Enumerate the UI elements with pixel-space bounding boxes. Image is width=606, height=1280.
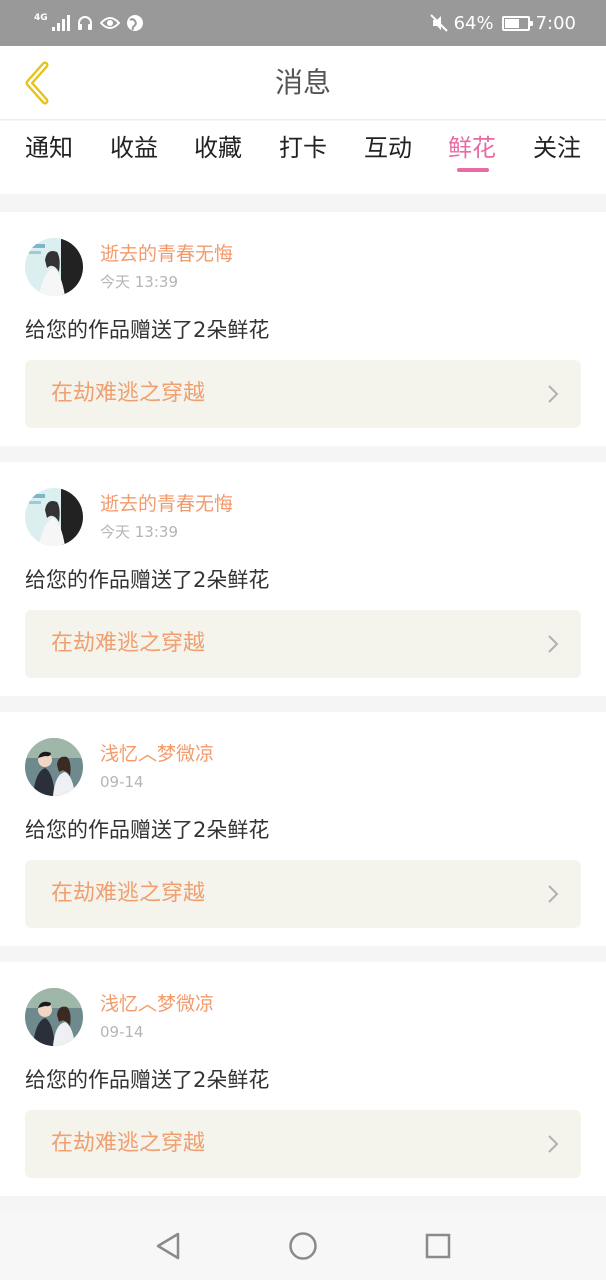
nav-recents-button[interactable] [422, 1230, 454, 1262]
message-time: 09-14 [100, 1023, 144, 1041]
tab-checkin[interactable]: 打卡 [279, 133, 327, 163]
page-title: 消息 [274, 66, 331, 99]
chevron-right-icon [548, 635, 559, 653]
nav-back-button[interactable] [152, 1230, 184, 1262]
eye-icon [99, 17, 120, 29]
status-bar: 4G 64% 7:00 [0, 0, 606, 46]
tab-favorites[interactable]: 收藏 [194, 133, 242, 163]
tab-earnings[interactable]: 收益 [110, 133, 158, 163]
book-link[interactable]: 在劫难逃之穿越 [25, 610, 581, 678]
battery-percent: 64% [453, 12, 494, 34]
avatar[interactable] [25, 238, 83, 296]
tab-notifications[interactable]: 通知 [25, 133, 73, 163]
message-text: 给您的作品赠送了2朵鲜花 [25, 1068, 270, 1092]
avatar[interactable] [25, 988, 83, 1046]
square-recents-icon [425, 1233, 451, 1259]
message-text: 给您的作品赠送了2朵鲜花 [25, 318, 270, 342]
system-nav-bar [0, 1212, 606, 1280]
mute-icon [429, 14, 448, 32]
chevron-right-icon [548, 385, 559, 403]
avatar[interactable] [25, 738, 83, 796]
message-card: 逝去的青春无悔 今天 13:39 给您的作品赠送了2朵鲜花 在劫难逃之穿越 [0, 462, 606, 696]
triangle-back-icon [156, 1232, 180, 1260]
battery-fill [504, 18, 519, 28]
header-bar: 消息 [0, 46, 606, 120]
headset-icon [77, 16, 92, 30]
battery-icon [501, 15, 533, 31]
chevron-right-icon [548, 1135, 559, 1153]
book-title: 在劫难逃之穿越 [51, 881, 206, 906]
username[interactable]: 逝去的青春无悔 [100, 242, 233, 266]
chevron-right-icon [548, 885, 559, 903]
network-type: 4G [34, 12, 48, 23]
book-link[interactable]: 在劫难逃之穿越 [25, 360, 581, 428]
tab-interaction[interactable]: 互动 [364, 133, 412, 163]
message-card: 浅忆︿梦微凉 09-14 给您的作品赠送了2朵鲜花 在劫难逃之穿越 [0, 962, 606, 1196]
tab-bar: 通知 收益 收藏 打卡 互动 鲜花 关注 [0, 121, 606, 194]
message-time: 09-14 [100, 773, 144, 791]
message-card: 逝去的青春无悔 今天 13:39 给您的作品赠送了2朵鲜花 在劫难逃之穿越 [0, 212, 606, 446]
circle-home-icon [289, 1232, 317, 1260]
tab-flowers[interactable]: 鲜花 [448, 133, 496, 163]
tab-following[interactable]: 关注 [533, 133, 581, 163]
avatar[interactable] [25, 488, 83, 546]
message-text: 给您的作品赠送了2朵鲜花 [25, 568, 270, 592]
message-time: 今天 13:39 [100, 523, 178, 541]
username[interactable]: 逝去的青春无悔 [100, 492, 233, 516]
active-tab-indicator [457, 168, 489, 172]
book-title: 在劫难逃之穿越 [51, 631, 206, 656]
globe-icon [126, 15, 143, 31]
book-title: 在劫难逃之穿越 [51, 381, 206, 406]
username[interactable]: 浅忆︿梦微凉 [100, 742, 214, 766]
book-title: 在劫难逃之穿越 [51, 1131, 206, 1156]
message-text: 给您的作品赠送了2朵鲜花 [25, 818, 270, 842]
message-card: 浅忆︿梦微凉 09-14 给您的作品赠送了2朵鲜花 在劫难逃之穿越 [0, 712, 606, 946]
status-left: 4G [34, 12, 144, 34]
signal-icon [51, 15, 70, 31]
nav-home-button[interactable] [287, 1230, 319, 1262]
clock: 7:00 [535, 12, 576, 34]
book-link[interactable]: 在劫难逃之穿越 [25, 1110, 581, 1178]
username[interactable]: 浅忆︿梦微凉 [100, 992, 214, 1016]
book-link[interactable]: 在劫难逃之穿越 [25, 860, 581, 928]
status-right: 64% 7:00 [429, 10, 576, 36]
message-time: 今天 13:39 [100, 273, 178, 291]
